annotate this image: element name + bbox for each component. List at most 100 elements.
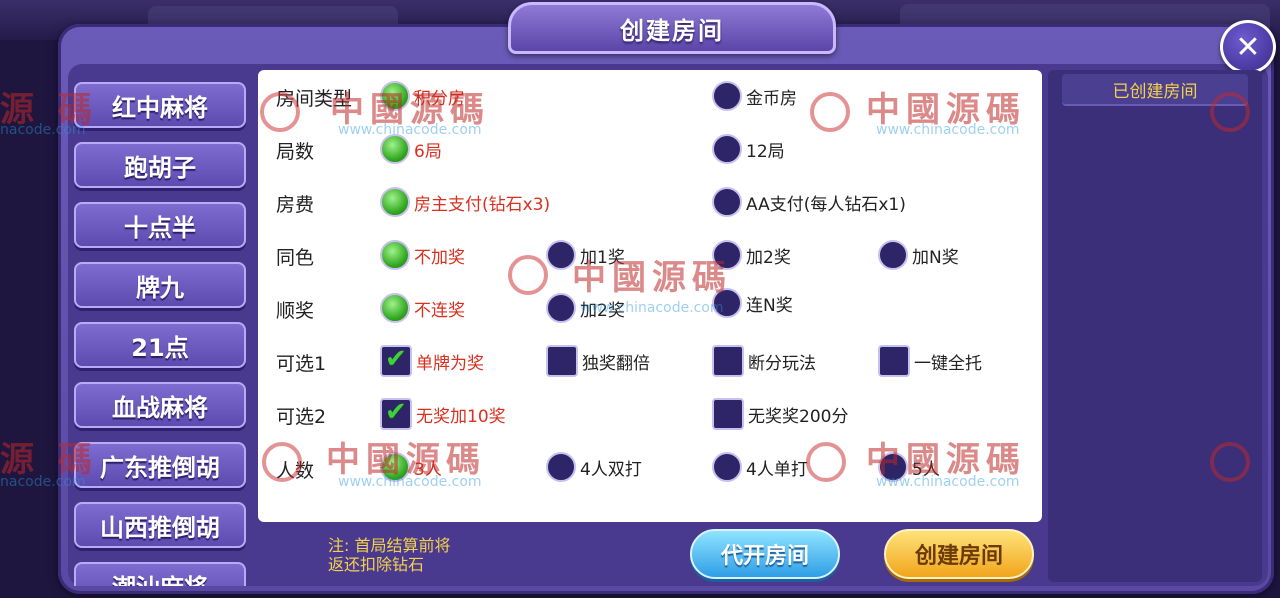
- radio-button: [878, 240, 908, 270]
- sidebar-item-label: 红中麻将: [112, 93, 208, 122]
- option-solo-bonus-double[interactable]: 独奖翻倍: [546, 345, 650, 377]
- option-6-rounds[interactable]: 6局: [380, 134, 442, 164]
- checkbox: [380, 397, 412, 430]
- option-aa-pay[interactable]: AA支付(每人钻石x1): [712, 187, 906, 217]
- sidebar-item-paohuzi[interactable]: 跑胡子: [74, 142, 246, 188]
- option-label: 加2奖: [746, 247, 791, 268]
- option-4-players-doubles[interactable]: 4人双打: [546, 452, 642, 482]
- note-line: 返还扣除钻石: [328, 555, 425, 574]
- proxy-open-room-button[interactable]: 代开房间: [690, 529, 840, 579]
- checkbox: [712, 345, 744, 377]
- radio-button: [380, 240, 410, 270]
- option-label: 房主支付(钻石x3): [414, 194, 551, 215]
- sidebar-item-paijiu[interactable]: 牌九: [74, 262, 246, 308]
- option-label: 无奖加10奖: [416, 406, 506, 427]
- option-label: 单牌为奖: [416, 353, 484, 374]
- checkbox: [546, 345, 578, 377]
- sidebar-item-label: 血战麻将: [112, 393, 208, 422]
- created-rooms-panel: [1048, 70, 1262, 582]
- radio-button: [712, 452, 742, 482]
- row-label-optional-2: 可选2: [276, 406, 327, 428]
- diamond-refund-note: 注: 首局结算前将 返还扣除钻石: [328, 536, 528, 574]
- option-label: AA支付(每人钻石x1): [746, 194, 906, 215]
- option-label: 加2奖: [580, 300, 625, 321]
- radio-button: [712, 187, 742, 217]
- note-line: 注: 首局结算前将: [328, 536, 451, 555]
- button-label: 创建房间: [914, 544, 1003, 569]
- radio-button: [712, 240, 742, 270]
- sidebar-item-21-points[interactable]: 21点: [74, 322, 246, 368]
- option-add-1-bonus[interactable]: 加1奖: [546, 240, 625, 270]
- option-label: 独奖翻倍: [582, 353, 650, 374]
- option-label: 不连奖: [414, 300, 465, 321]
- option-no-bonus-add-10[interactable]: 无奖加10奖: [380, 397, 506, 430]
- radio-button: [546, 452, 576, 482]
- radio-button: [546, 293, 576, 323]
- sidebar-item-label: 牌九: [136, 273, 184, 302]
- dialog-title-tab: 创建房间: [508, 2, 836, 54]
- option-label: 5人: [912, 459, 940, 480]
- sidebar-item-hongzhong-mahjong[interactable]: 红中麻将: [74, 82, 246, 128]
- sidebar-item-shanxi-tuidaohu[interactable]: 山西推倒胡: [74, 502, 246, 548]
- radio-button: [712, 81, 742, 111]
- created-rooms-title: 已创建房间: [1062, 74, 1248, 106]
- radio-button: [380, 293, 410, 323]
- radio-button: [380, 134, 410, 164]
- option-label: 加1奖: [580, 247, 625, 268]
- row-label-same-color: 同色: [276, 247, 315, 269]
- option-label: 12局: [746, 141, 785, 162]
- close-icon: ✕: [1235, 29, 1261, 65]
- option-label: 一键全托: [914, 353, 982, 374]
- checkbox: [878, 345, 910, 377]
- option-owner-pays[interactable]: 房主支付(钻石x3): [380, 187, 550, 217]
- sidebar-item-chaoshan-mahjong[interactable]: 潮汕麻将: [74, 562, 246, 586]
- option-add-n-bonus[interactable]: 加N奖: [878, 240, 959, 270]
- option-label: 金币房: [746, 88, 797, 109]
- option-no-consecutive-bonus[interactable]: 不连奖: [380, 293, 465, 323]
- option-single-card-bonus[interactable]: 单牌为奖: [380, 344, 484, 377]
- sidebar-item-label: 广东推倒胡: [100, 453, 220, 482]
- create-room-button[interactable]: 创建房间: [884, 529, 1034, 579]
- row-label-straight-bonus: 顺奖: [276, 300, 315, 322]
- radio-button: [546, 240, 576, 270]
- option-consecutive-n[interactable]: 连N奖: [712, 288, 793, 318]
- option-label: 积分房: [414, 88, 465, 109]
- option-12-rounds[interactable]: 12局: [712, 134, 785, 164]
- option-coin-room[interactable]: 金币房: [712, 81, 797, 111]
- option-add-2-bonus[interactable]: 加2奖: [712, 240, 791, 270]
- checkbox: [712, 398, 744, 430]
- row-label-room-fee: 房费: [276, 194, 315, 216]
- sidebar-item-guangdong-tuidaohu[interactable]: 广东推倒胡: [74, 442, 246, 488]
- option-5-players[interactable]: 5人: [878, 452, 940, 482]
- option-4-players-singles[interactable]: 4人单打: [712, 452, 808, 482]
- option-label: 断分玩法: [748, 353, 816, 374]
- sidebar-item-shidianban[interactable]: 十点半: [74, 202, 246, 248]
- option-label: 无奖奖200分: [748, 406, 849, 427]
- option-3-players[interactable]: 3人: [380, 452, 442, 482]
- option-label: 4人单打: [746, 459, 808, 480]
- option-label: 连N奖: [746, 295, 793, 316]
- close-button[interactable]: ✕: [1220, 20, 1276, 74]
- option-label: 4人双打: [580, 459, 642, 480]
- option-points-room[interactable]: 积分房: [380, 81, 465, 111]
- option-straight-add-2[interactable]: 加2奖: [546, 293, 625, 323]
- radio-button: [380, 452, 410, 482]
- option-label: 3人: [414, 459, 442, 480]
- radio-button: [712, 134, 742, 164]
- option-no-bonus-200[interactable]: 无奖奖200分: [712, 398, 848, 430]
- option-one-click-auto[interactable]: 一键全托: [878, 345, 982, 377]
- row-label-player-count: 人数: [276, 460, 315, 482]
- radio-button: [878, 452, 908, 482]
- checkbox: [380, 344, 412, 377]
- option-label: 不加奖: [414, 247, 465, 268]
- sidebar-item-label: 山西推倒胡: [100, 513, 220, 542]
- row-label-rounds: 局数: [276, 141, 315, 163]
- dialog-title: 创建房间: [620, 16, 724, 45]
- sidebar-item-label: 潮汕麻将: [112, 568, 208, 587]
- option-break-score-mode[interactable]: 断分玩法: [712, 345, 816, 377]
- option-no-bonus[interactable]: 不加奖: [380, 240, 465, 270]
- sidebar-item-label: 十点半: [124, 213, 196, 242]
- option-label: 6局: [414, 141, 442, 162]
- sidebar-item-label: 21点: [131, 333, 189, 362]
- sidebar-item-xuezhan-mahjong[interactable]: 血战麻将: [74, 382, 246, 428]
